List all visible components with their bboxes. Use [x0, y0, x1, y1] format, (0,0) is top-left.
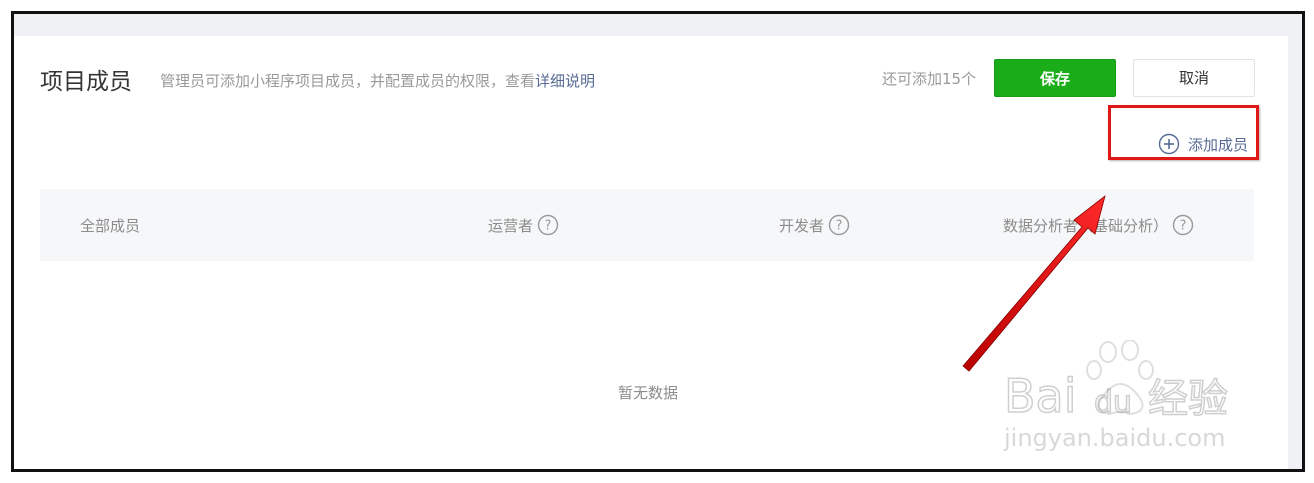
- add-member-label: 添加成员: [1188, 135, 1249, 154]
- help-link[interactable]: 详细说明: [535, 72, 595, 90]
- add-member-button[interactable]: 添加成员: [1158, 131, 1248, 157]
- remaining-count: 还可添加15个: [882, 70, 977, 88]
- svg-text:?: ?: [545, 219, 552, 234]
- question-icon[interactable]: ?: [1172, 214, 1194, 236]
- cancel-button[interactable]: 取消: [1133, 59, 1255, 97]
- column-header-developers: 开发者 ?: [779, 189, 850, 261]
- save-button[interactable]: 保存: [994, 59, 1116, 97]
- svg-text:?: ?: [836, 219, 843, 234]
- empty-state-text: 暂无数据: [617, 384, 678, 402]
- question-icon[interactable]: ?: [537, 214, 559, 236]
- table-header: 全部成员 运营者 ? 开发者 ? 数据分析者（基础分析） ?: [40, 189, 1254, 261]
- top-band: [14, 14, 1302, 36]
- app-window: 项目成员 管理员可添加小程序项目成员，并配置成员的权限，查看详细说明 还可添加1…: [11, 11, 1305, 472]
- plus-circle-icon: [1158, 133, 1180, 155]
- column-label: 全部成员: [80, 216, 141, 235]
- svg-text:?: ?: [1180, 219, 1187, 234]
- column-header-operators: 运营者 ?: [488, 189, 559, 261]
- column-label: 数据分析者（基础分析）: [1003, 216, 1169, 235]
- column-header-data-analysts: 数据分析者（基础分析） ?: [1003, 189, 1194, 261]
- column-label: 开发者: [779, 216, 825, 235]
- right-scroll-band: [1288, 14, 1302, 469]
- column-header-all-members: 全部成员: [80, 189, 140, 261]
- column-label: 运营者: [488, 216, 534, 235]
- page-title: 项目成员: [40, 69, 132, 95]
- description-text: 管理员可添加小程序项目成员，并配置成员的权限，查看: [160, 72, 536, 90]
- page-description: 管理员可添加小程序项目成员，并配置成员的权限，查看详细说明: [160, 70, 595, 91]
- question-icon[interactable]: ?: [828, 214, 850, 236]
